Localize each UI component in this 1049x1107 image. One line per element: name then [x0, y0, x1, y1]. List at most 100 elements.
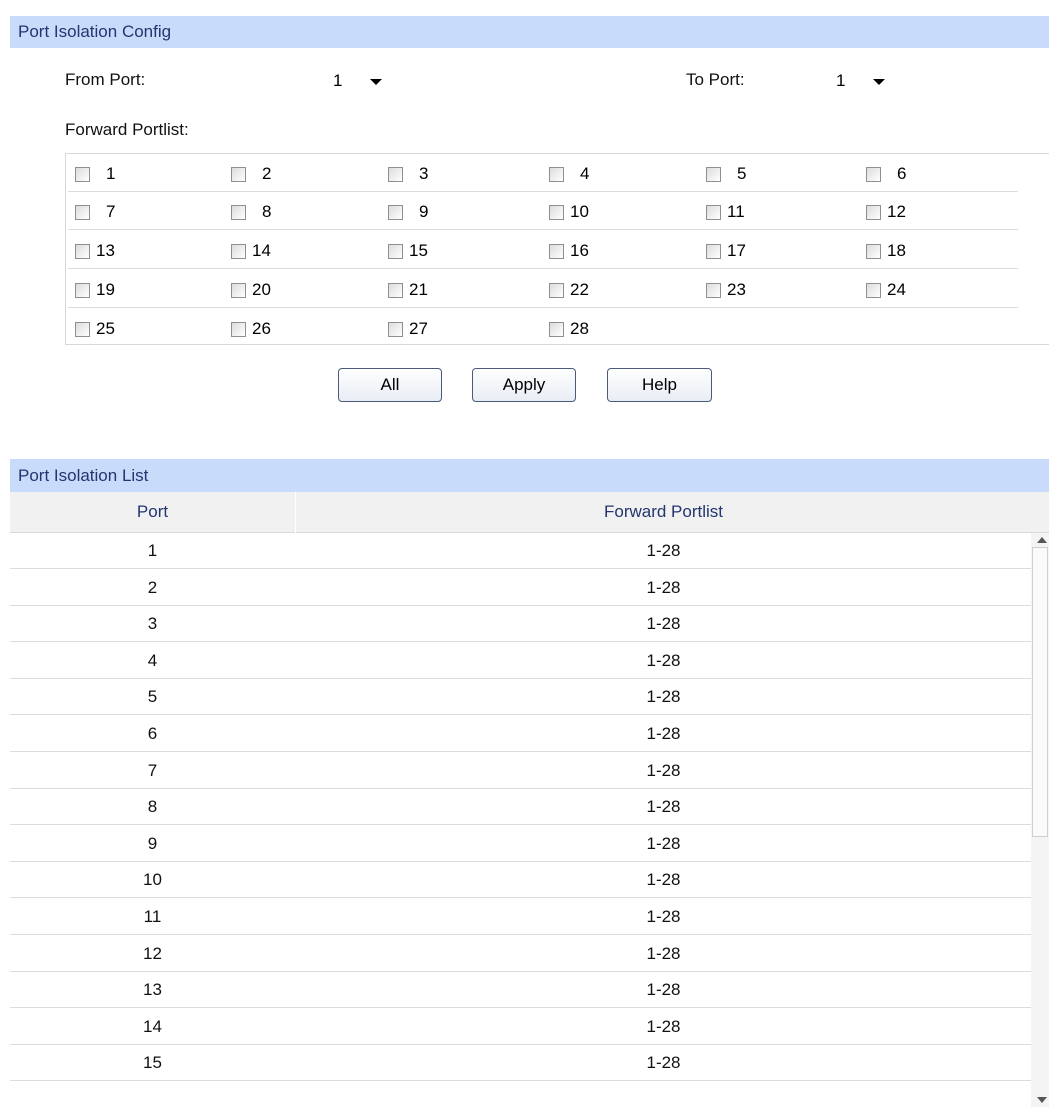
port-checkbox-label: 12 — [887, 202, 906, 221]
forward-portlist-cell: 1-28 — [646, 797, 681, 817]
to-port-value: 1 — [836, 71, 846, 90]
forward-portlist-cell: 1-28 — [646, 1053, 681, 1073]
port-checkbox-item[interactable]: 21 — [388, 278, 428, 302]
port-checkbox-item[interactable]: 4 — [549, 162, 589, 186]
list-scrollbar[interactable] — [1031, 533, 1049, 1107]
port-checkbox[interactable] — [706, 243, 721, 259]
port-checkbox-item[interactable]: 8 — [231, 200, 271, 224]
port-checkbox-item[interactable]: 27 — [388, 317, 428, 341]
port-checkbox-label: 13 — [96, 241, 115, 260]
port-checkbox[interactable] — [706, 166, 721, 182]
to-port-select[interactable]: 1 — [825, 66, 895, 96]
port-checkbox-item[interactable]: 16 — [549, 239, 589, 263]
port-checkbox[interactable] — [388, 166, 403, 182]
port-checkbox-item[interactable]: 28 — [549, 317, 589, 341]
port-checkbox[interactable] — [388, 321, 403, 337]
port-checkbox-item[interactable]: 25 — [75, 317, 115, 341]
port-checkbox[interactable] — [549, 321, 564, 337]
help-button[interactable]: Help — [607, 368, 712, 402]
port-cell: 8 — [147, 797, 158, 817]
forward-portlist-cell: 1-28 — [646, 760, 681, 780]
from-port-value: 1 — [333, 71, 343, 90]
scroll-up-arrow-icon[interactable] — [1037, 537, 1047, 543]
forward-portlist-cell: 1-28 — [646, 943, 681, 963]
port-checkbox[interactable] — [866, 243, 881, 259]
port-checkbox-label: 5 — [737, 164, 747, 183]
port-cell: 5 — [147, 687, 158, 707]
port-checkbox-item[interactable]: 24 — [866, 278, 906, 302]
port-checkbox[interactable] — [75, 204, 90, 220]
port-checkbox[interactable] — [706, 282, 721, 298]
port-checkbox[interactable] — [388, 243, 403, 259]
port-checkbox-item[interactable]: 9 — [388, 200, 428, 224]
port-checkbox-item[interactable]: 22 — [549, 278, 589, 302]
port-checkbox-item[interactable]: 11 — [706, 200, 745, 224]
port-checkbox-label: 19 — [96, 280, 115, 299]
port-checkbox[interactable] — [231, 321, 246, 337]
port-checkbox-item[interactable]: 19 — [75, 278, 115, 302]
port-checkbox-label: 9 — [419, 202, 429, 221]
port-checkbox-item[interactable]: 5 — [706, 162, 746, 186]
port-checkbox-item[interactable]: 18 — [866, 239, 906, 263]
port-checkbox-label: 11 — [727, 202, 745, 221]
port-checkbox[interactable] — [75, 166, 90, 182]
chevron-down-icon — [370, 79, 382, 85]
port-checkbox-item[interactable]: 13 — [75, 239, 115, 263]
port-checkbox-label: 28 — [570, 319, 589, 338]
port-checkbox-label: 25 — [96, 319, 115, 338]
forward-portlist-cell: 1-28 — [646, 687, 681, 707]
to-port-label: To Port: — [686, 70, 745, 89]
apply-button[interactable]: Apply — [472, 368, 576, 402]
forward-portlist-cell: 1-28 — [646, 724, 681, 743]
port-checkbox-item[interactable]: 20 — [231, 278, 271, 302]
port-checkbox-item[interactable]: 1 — [75, 162, 115, 186]
port-checkbox[interactable] — [549, 282, 564, 298]
all-button[interactable]: All — [338, 368, 442, 402]
table-row: 8 1-28 — [10, 789, 1031, 826]
port-checkbox[interactable] — [75, 321, 90, 337]
port-checkbox-item[interactable]: 23 — [706, 278, 746, 302]
port-checkbox[interactable] — [231, 166, 246, 182]
port-checkbox[interactable] — [866, 166, 881, 182]
port-checkbox-label: 15 — [409, 241, 428, 260]
port-checkbox[interactable] — [549, 243, 564, 259]
port-checkbox[interactable] — [231, 204, 246, 220]
port-checkbox-item[interactable]: 6 — [866, 162, 906, 186]
forward-portlist-grid: 1 2 3 4 5 6 7 8 9 10 11 12 13 14 15 16 17 18 19 20 21 22 23 24 2… — [65, 153, 1049, 345]
port-checkbox-item[interactable]: 3 — [388, 162, 428, 186]
scroll-down-arrow-icon[interactable] — [1037, 1097, 1047, 1103]
port-checkbox-label: 16 — [570, 241, 589, 260]
port-checkbox[interactable] — [866, 204, 881, 220]
port-checkbox-item[interactable]: 15 — [388, 239, 428, 263]
port-checkbox[interactable] — [706, 204, 721, 220]
forward-portlist-cell: 1-28 — [646, 833, 681, 853]
scrollbar-thumb[interactable] — [1032, 547, 1048, 837]
port-checkbox[interactable] — [231, 282, 246, 298]
port-checkbox-label: 20 — [252, 280, 271, 299]
port-checkbox[interactable] — [231, 243, 246, 259]
from-port-select[interactable]: 1 — [322, 66, 392, 96]
table-row: 6 1-28 — [10, 716, 1031, 752]
table-row: 3 1-28 — [10, 606, 1031, 643]
port-checkbox-label: 1 — [106, 164, 116, 183]
forward-portlist-cell: 1-28 — [646, 650, 681, 670]
port-cell: 1 — [147, 541, 158, 560]
port-checkbox-label: 23 — [727, 280, 746, 299]
port-checkbox[interactable] — [388, 204, 403, 220]
port-checkbox-label: 22 — [570, 280, 589, 299]
port-checkbox[interactable] — [75, 243, 90, 259]
port-checkbox[interactable] — [549, 204, 564, 220]
port-checkbox-item[interactable]: 7 — [75, 200, 115, 224]
port-checkbox-item[interactable]: 26 — [231, 317, 271, 341]
port-checkbox-item[interactable]: 10 — [549, 200, 589, 224]
port-checkbox[interactable] — [549, 166, 564, 182]
port-checkbox-item[interactable]: 12 — [866, 200, 906, 224]
port-checkbox-item[interactable]: 14 — [231, 239, 271, 263]
port-checkbox[interactable] — [75, 282, 90, 298]
port-checkbox-item[interactable]: 2 — [231, 162, 271, 186]
port-checkbox[interactable] — [388, 282, 403, 298]
port-checkbox-item[interactable]: 17 — [706, 239, 746, 263]
port-checkbox[interactable] — [866, 282, 881, 298]
port-checkbox-label: 4 — [580, 164, 590, 183]
port-cell: 4 — [147, 650, 158, 670]
